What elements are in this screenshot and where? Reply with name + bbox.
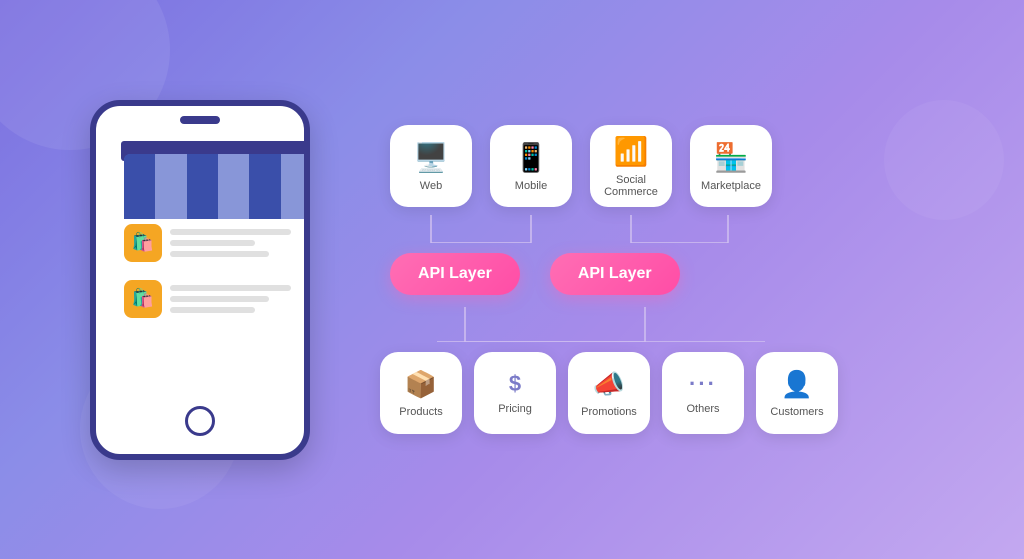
product-lines-1	[170, 229, 310, 257]
product-item-1: 🛍️	[124, 224, 310, 262]
pricing-icon: $	[509, 371, 521, 397]
channel-marketplace-card: 🏪 Marketplace	[690, 125, 772, 207]
product-line	[170, 251, 269, 257]
phone-speaker	[180, 116, 220, 124]
product-item-2: 🛍️	[124, 280, 310, 318]
others-label: Others	[686, 403, 719, 415]
promotions-icon: 📣	[593, 369, 625, 400]
awning-stripe-1	[124, 154, 155, 219]
products-label: Products	[399, 406, 442, 418]
service-promotions-card: 📣 Promotions	[568, 352, 650, 434]
marketplace-label: Marketplace	[701, 180, 761, 192]
awning-stripe-4	[218, 154, 249, 219]
channel-mobile-card: 📱 Mobile	[490, 125, 572, 207]
phone-body: 🛍️ 🛍️	[90, 100, 310, 460]
product-line	[170, 307, 255, 313]
bottom-icons-row: 📦 Products $ Pricing 📣 Promotions ··· Ot…	[380, 352, 838, 434]
product-line	[170, 229, 291, 235]
awning-stripe-5	[249, 154, 280, 219]
product-bag-1: 🛍️	[124, 224, 162, 262]
service-others-card: ··· Others	[662, 352, 744, 434]
top-connector	[390, 215, 768, 248]
api-layer-2: API Layer	[550, 253, 680, 295]
mobile-label: Mobile	[515, 180, 547, 192]
product-line	[170, 285, 291, 291]
top-connector-svg	[390, 215, 768, 243]
others-icon: ···	[689, 371, 717, 397]
main-container: 🛍️ 🛍️	[0, 0, 1024, 559]
service-customers-card: 👤 Customers	[756, 352, 838, 434]
marketplace-icon: 🏪	[714, 141, 749, 174]
promotions-label: Promotions	[581, 406, 637, 418]
product-line	[170, 240, 255, 246]
product-bag-2: 🛍️	[124, 280, 162, 318]
social-label: Social Commerce	[590, 174, 672, 198]
products-icon: 📦	[405, 369, 437, 400]
phone-section: 🛍️ 🛍️	[40, 90, 360, 470]
bottom-connector-svg	[390, 307, 860, 342]
channel-web-card: 🖥️ Web	[390, 125, 472, 207]
service-products-card: 📦 Products	[380, 352, 462, 434]
store-awning	[124, 154, 310, 219]
awning-stripe-6	[281, 154, 310, 219]
product-line	[170, 296, 269, 302]
product-list: 🛍️ 🛍️	[124, 224, 310, 336]
customers-icon: 👤	[781, 369, 813, 400]
customers-label: Customers	[770, 406, 823, 418]
web-icon: 🖥️	[414, 141, 449, 174]
product-lines-2	[170, 285, 310, 313]
bg-circle-3	[884, 100, 1004, 220]
phone-wrapper: 🛍️ 🛍️	[80, 90, 320, 470]
web-label: Web	[420, 180, 442, 192]
service-pricing-card: $ Pricing	[474, 352, 556, 434]
top-icons-row: 🖥️ Web 📱 Mobile 📶 Social Commerce 🏪 Mark…	[380, 125, 772, 207]
api-layer-1: API Layer	[390, 253, 520, 295]
phone-home-button	[185, 406, 215, 436]
social-icon: 📶	[614, 135, 649, 168]
channel-social-card: 📶 Social Commerce	[590, 125, 672, 207]
api-layer-row: API Layer API Layer	[380, 253, 680, 295]
bottom-connector	[390, 307, 860, 347]
awning-stripe-2	[155, 154, 186, 219]
awning-stripe-3	[187, 154, 218, 219]
pricing-label: Pricing	[498, 403, 532, 415]
mobile-icon: 📱	[514, 141, 549, 174]
